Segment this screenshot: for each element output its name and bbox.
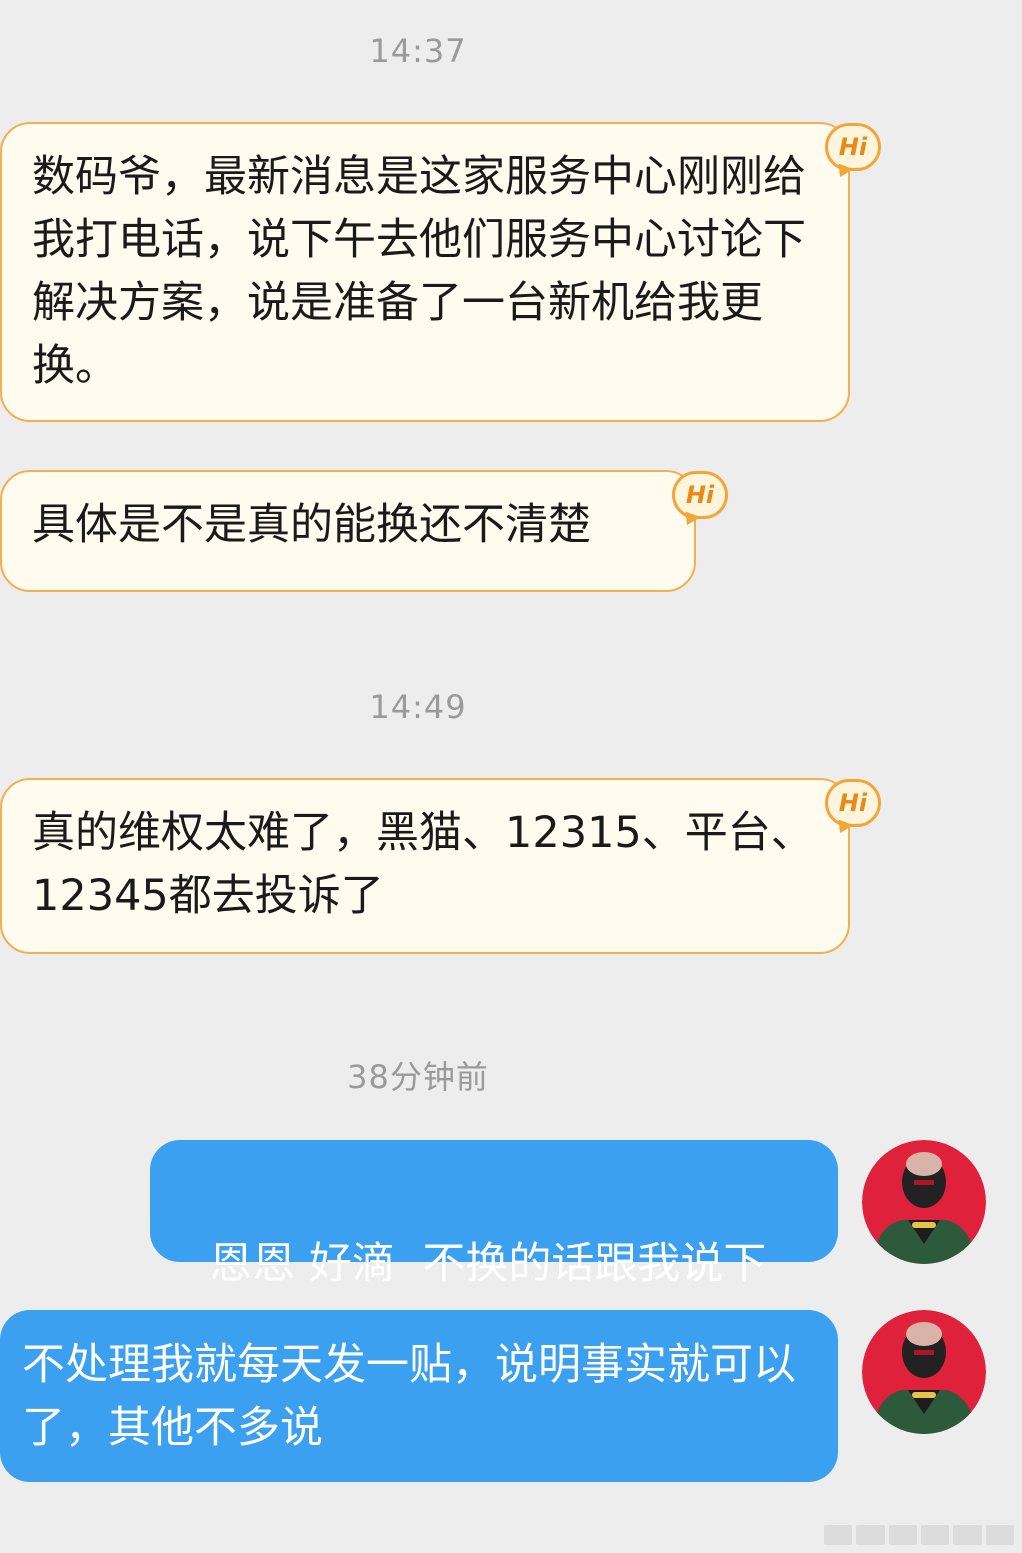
user-avatar[interactable] [862,1310,986,1434]
incoming-message[interactable]: 数码爷，最新消息是这家服务中心刚刚给我打电话，说下午去他们服务中心讨论下解决方案… [0,122,850,422]
timestamp: 38分钟前 [347,1058,489,1096]
hi-badge-icon: Hi [825,779,881,827]
message-text: 恩恩 好滴 不换的话跟我说下 [209,1239,767,1289]
incoming-message[interactable]: 具体是不是真的能换还不清楚 [0,470,696,592]
incoming-message[interactable]: 真的维权太难了，黑猫、12315、平台、12345都去投诉了 [0,778,850,954]
outgoing-message[interactable]: 不处理我就每天发一贴，说明事实就可以了，其他不多说 [0,1310,838,1482]
hi-badge-icon: Hi [825,123,881,171]
user-avatar[interactable] [862,1140,986,1264]
avatar-image [862,1140,986,1264]
message-text: 真的维权太难了，黑猫、12315、平台、12345都去投诉了 [32,808,814,921]
outgoing-message[interactable]: 恩恩 好滴 不换的话跟我说下 [150,1140,838,1289]
hi-badge-icon: Hi [672,471,728,519]
message-text: 数码爷，最新消息是这家服务中心刚刚给我打电话，说下午去他们服务中心讨论下解决方案… [32,152,806,391]
message-text: 不处理我就每天发一贴，说明事实就可以了，其他不多说 [22,1340,796,1453]
timestamp: 14:37 [369,32,467,70]
message-text: 具体是不是真的能换还不清楚 [32,500,591,550]
timestamp: 14:49 [369,688,467,726]
watermark-bar [824,1525,1014,1545]
avatar-image [862,1310,986,1434]
